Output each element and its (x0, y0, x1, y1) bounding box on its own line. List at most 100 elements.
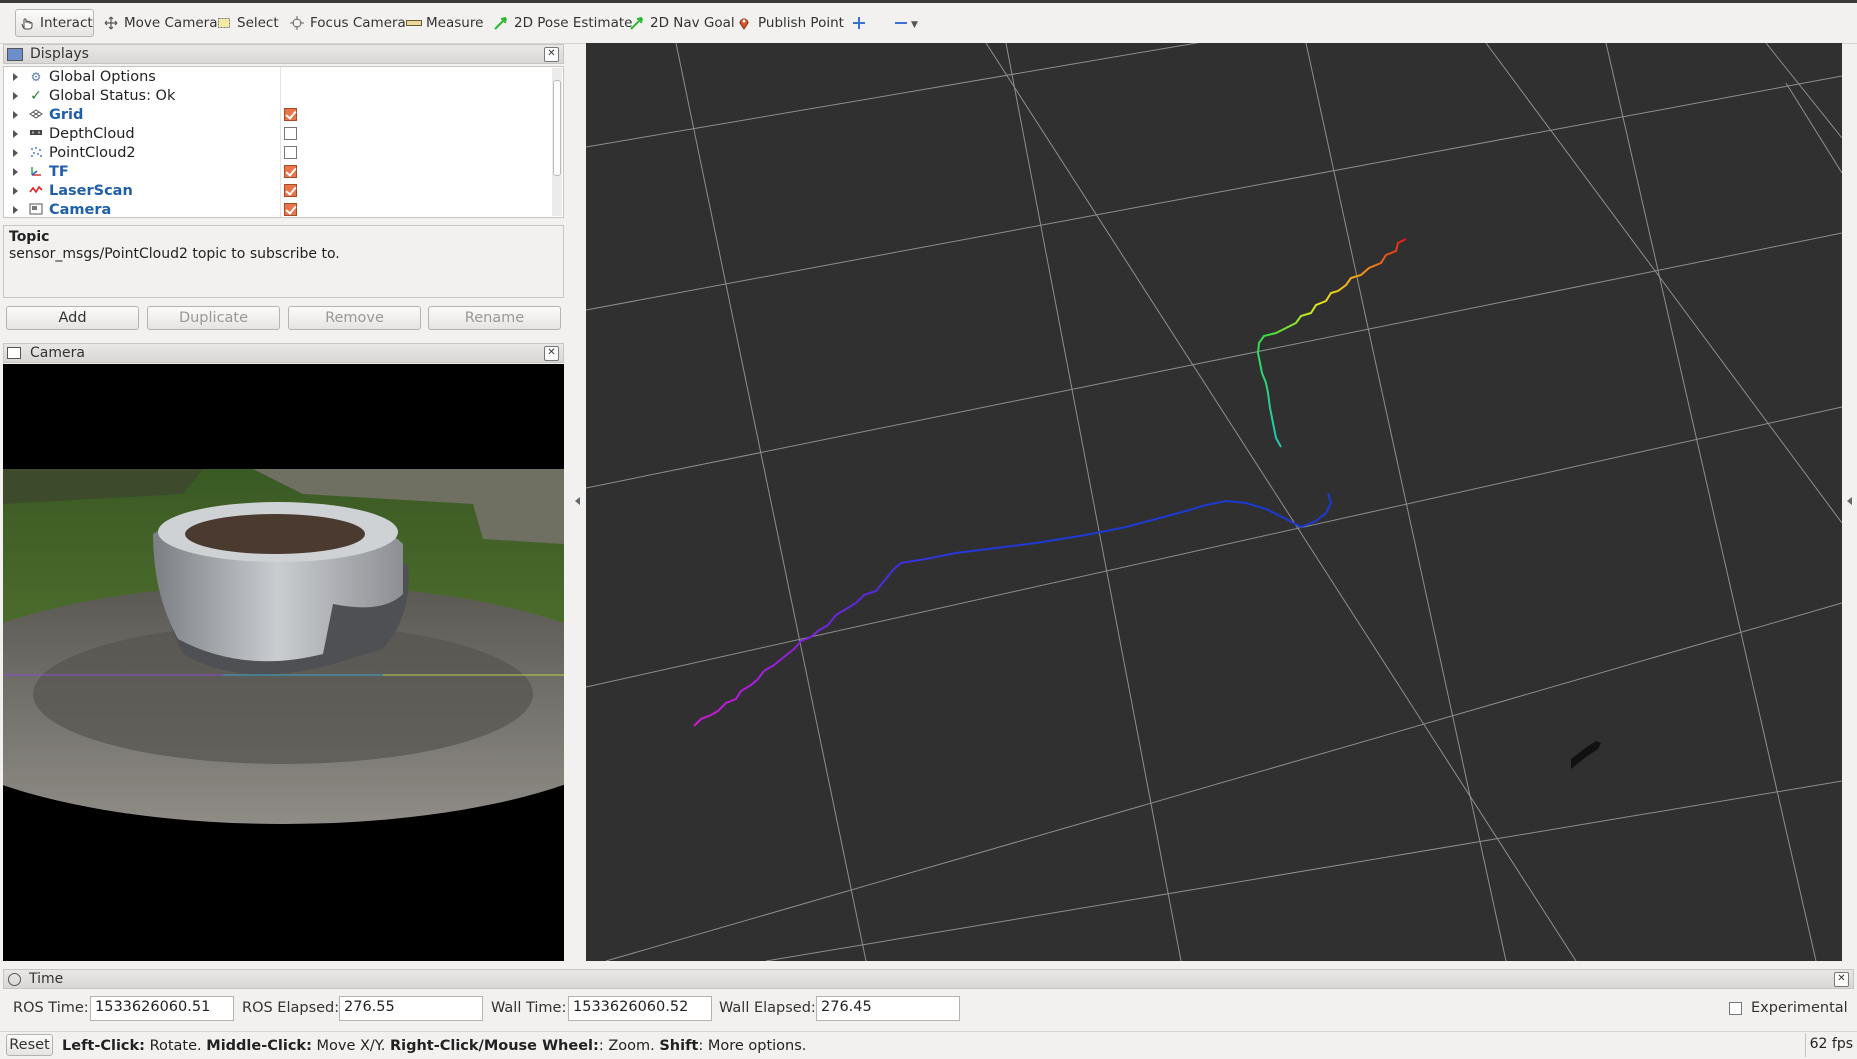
displays-scrollbar[interactable] (552, 68, 562, 216)
description-title: Topic (9, 229, 50, 245)
close-icon[interactable]: ✕ (1834, 972, 1849, 987)
expand-arrow-icon[interactable] (13, 129, 18, 138)
wall-time-field[interactable]: 1533626060.52 (568, 996, 712, 1021)
green-arrow-icon (494, 16, 508, 30)
ros-elapsed-label: ROS Elapsed: (242, 1000, 340, 1016)
camera-icon (28, 203, 44, 217)
expand-arrow-icon[interactable] (13, 91, 18, 100)
move-camera-label: Move Camera (124, 15, 218, 31)
reset-button[interactable]: Reset (6, 1034, 53, 1056)
hint-value: : More options. (698, 1038, 807, 1054)
experimental-checkbox[interactable] (1729, 1002, 1742, 1015)
grid-and-trajectory (586, 43, 1842, 961)
measure-tool-button[interactable]: Measure (402, 9, 487, 37)
camera-image-view[interactable] (3, 364, 564, 961)
duplicate-display-button[interactable]: Duplicate (147, 306, 280, 330)
hint-key: Shift (659, 1038, 699, 1054)
expand-arrow-icon[interactable] (13, 148, 18, 157)
tf-axes-icon (28, 165, 44, 179)
display-enabled-checkbox[interactable] (284, 108, 297, 121)
hint-value: : Zoom. (598, 1038, 655, 1054)
ros-time-field[interactable]: 1533626060.51 (90, 996, 234, 1021)
display-item-depthcloud[interactable]: DepthCloud (4, 124, 556, 143)
rename-display-button[interactable]: Rename (428, 306, 561, 330)
display-item-label: Global Status: Ok (49, 87, 176, 104)
publish-point-tool-button[interactable]: Publish Point (734, 9, 848, 37)
select-label: Select (237, 15, 279, 31)
display-item-global-status[interactable]: ✓ Global Status: Ok (4, 86, 556, 105)
focus-camera-tool-button[interactable]: Focus Camera (286, 9, 410, 37)
close-icon[interactable]: ✕ (544, 47, 559, 62)
display-item-label: Camera (49, 201, 112, 218)
display-item-pointcloud2[interactable]: PointCloud2 (4, 143, 556, 162)
display-enabled-checkbox[interactable] (284, 165, 297, 178)
display-item-label: Global Options (49, 68, 156, 85)
depthcloud-icon (28, 127, 44, 141)
checkmark-icon: ✓ (30, 87, 42, 104)
expand-arrow-icon[interactable] (13, 167, 18, 176)
select-tool-button[interactable]: Select (213, 9, 283, 37)
3d-render-viewport[interactable] (586, 43, 1842, 961)
focus-target-icon (290, 16, 304, 30)
2d-pose-estimate-tool-button[interactable]: 2D Pose Estimate (490, 9, 636, 37)
publish-point-label: Publish Point (758, 15, 844, 31)
left-splitter-arrow[interactable] (575, 497, 580, 505)
expand-arrow-icon[interactable] (13, 186, 18, 195)
ros-elapsed-field[interactable]: 276.55 (339, 996, 483, 1021)
experimental-label: Experimental (1751, 1000, 1848, 1016)
hint-value: Move X/Y. (316, 1038, 386, 1054)
display-item-camera[interactable]: Camera (4, 200, 556, 218)
robot-marker (1571, 741, 1601, 769)
add-tool-button[interactable] (848, 9, 870, 37)
focus-camera-label: Focus Camera (310, 15, 406, 31)
displays-panel-title: Displays ✕ (3, 44, 564, 64)
green-arrow-icon (630, 16, 644, 30)
property-description: Topic sensor_msgs/PointCloud2 topic to s… (3, 225, 564, 298)
display-enabled-checkbox[interactable] (284, 127, 297, 140)
expand-arrow-icon[interactable] (13, 110, 18, 119)
hint-value: Rotate. (149, 1038, 202, 1054)
display-item-laserscan[interactable]: LaserScan (4, 181, 556, 200)
camera-panel-title: Camera ✕ (3, 343, 564, 363)
display-item-grid[interactable]: Grid (4, 105, 556, 124)
close-icon[interactable]: ✕ (544, 346, 559, 361)
time-panel-title: Time ✕ (3, 969, 1854, 989)
monitor-icon (7, 47, 23, 61)
2d-nav-goal-tool-button[interactable]: 2D Nav Goal (626, 9, 739, 37)
ruler-icon (406, 16, 422, 30)
add-display-button[interactable]: Add (6, 306, 139, 330)
select-box-icon (217, 16, 231, 30)
expand-arrow-icon[interactable] (13, 205, 18, 214)
display-item-label: Grid (49, 106, 84, 123)
ground-grid (586, 43, 1842, 961)
2d-nav-goal-label: 2D Nav Goal (650, 15, 735, 31)
right-splitter-arrow[interactable] (1847, 497, 1852, 505)
scrollbar-thumb[interactable] (553, 80, 561, 176)
toolbar: Interact Move Camera Select Focus Camera… (0, 3, 1857, 44)
camera-image (3, 469, 564, 824)
display-item-tf[interactable]: TF (4, 162, 556, 181)
laserscan-icon (28, 184, 44, 198)
expand-arrow-icon[interactable] (13, 72, 18, 81)
displays-title: Displays (30, 46, 89, 62)
display-item-global-options[interactable]: ⚙ Global Options (4, 67, 556, 86)
remove-display-button[interactable]: Remove (288, 306, 421, 330)
minus-icon (894, 16, 908, 30)
display-enabled-checkbox[interactable] (284, 184, 297, 197)
description-text: sensor_msgs/PointCloud2 topic to subscri… (9, 246, 340, 262)
display-enabled-checkbox[interactable] (284, 203, 297, 216)
hint-key: Left-Click: (62, 1038, 145, 1054)
display-item-label: PointCloud2 (49, 144, 136, 161)
interact-tool-button[interactable]: Interact (15, 9, 94, 37)
display-enabled-checkbox[interactable] (284, 146, 297, 159)
map-pin-icon (738, 16, 752, 30)
display-item-label: LaserScan (49, 182, 133, 199)
hint-key: Middle-Click: (206, 1038, 312, 1054)
move-camera-tool-button[interactable]: Move Camera (100, 9, 221, 37)
wall-time-label: Wall Time: (491, 1000, 567, 1016)
interact-label: Interact (40, 15, 93, 31)
remove-tool-menu-button[interactable]: ▼ (890, 9, 922, 37)
wall-elapsed-field[interactable]: 276.45 (816, 996, 960, 1021)
hint-key: Right-Click/Mouse Wheel: (389, 1038, 599, 1054)
clock-icon (8, 972, 21, 986)
